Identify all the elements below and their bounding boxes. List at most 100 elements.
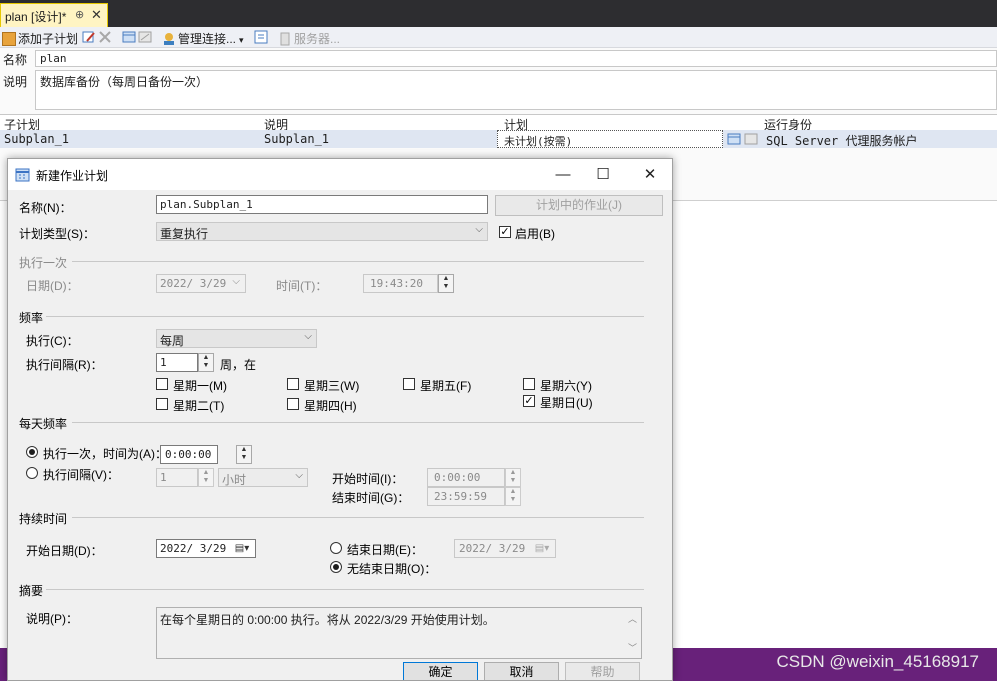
saturday-checkbox[interactable]: [523, 378, 535, 390]
occurs-select[interactable]: 每周 ⌵: [156, 329, 317, 348]
calendar-dropdown-icon[interactable]: ▤▾: [229, 540, 255, 557]
dialog-title: 新建作业计划: [36, 169, 109, 183]
one-time-time-input[interactable]: 19:43:20: [363, 274, 438, 293]
occurs-every-input[interactable]: 1: [156, 468, 198, 487]
servers-button[interactable]: 服务器...: [278, 30, 340, 46]
start-date-label: 开始日期(D)：: [26, 544, 103, 558]
starting-at-spinner[interactable]: ▲ ▼: [505, 468, 521, 487]
thursday-checkbox[interactable]: [287, 398, 299, 410]
properties-icon[interactable]: [254, 30, 268, 46]
wednesday-checkbox[interactable]: [287, 378, 299, 390]
occurs-every-radio[interactable]: [26, 467, 38, 479]
time-spinner[interactable]: ▲ ▼: [438, 274, 454, 293]
edit-subplan-icon[interactable]: [82, 30, 96, 46]
no-end-date-label: 无结束日期(O)：: [347, 562, 437, 576]
section-daily-frequency: 每天频率: [19, 417, 68, 431]
wednesday-label: 星期三(W): [304, 379, 360, 393]
chevron-down-icon: ⌵: [232, 276, 240, 287]
section-one-time: 执行一次: [19, 256, 68, 270]
remove-schedule-row-icon[interactable]: [744, 132, 758, 149]
description-cell: Subplan_1: [264, 132, 330, 146]
summary-description-textarea[interactable]: 在每个星期日的 0:00:00 执行。将从 2022/3/29 开始使用计划。 …: [156, 607, 642, 659]
scroll-up-icon[interactable]: ︿: [628, 612, 637, 625]
occurs-once-label: 执行一次，时间为(A)：: [43, 447, 167, 461]
plan-description-input[interactable]: 数据库备份（每周日备份一次）: [35, 70, 997, 110]
one-time-time-label: 时间(T)：: [276, 279, 328, 293]
section-summary: 摘要: [19, 584, 44, 598]
plan-description-label: 说明: [3, 75, 28, 89]
recurs-every-spinner[interactable]: ▲ ▼: [198, 353, 214, 372]
no-end-date-radio[interactable]: [330, 561, 342, 573]
jobs-in-schedule-button[interactable]: 计划中的作业(J): [495, 195, 663, 216]
occurs-every-unit-select[interactable]: 小时 ⌵: [218, 468, 308, 487]
delete-subplan-icon[interactable]: [98, 30, 112, 46]
ok-button[interactable]: 确定: [403, 662, 478, 680]
occurs-once-time-input[interactable]: 0:00:00: [160, 445, 218, 464]
tuesday-label: 星期二(T): [173, 399, 225, 413]
dialog-title-bar: 新建作业计划 — ☐ ✕: [8, 159, 672, 190]
section-frequency: 频率: [19, 311, 44, 325]
chevron-down-icon: ⌵: [295, 470, 303, 481]
table-row[interactable]: Subplan_1 Subplan_1 未计划(按需) SQL Server 代…: [0, 130, 997, 148]
occurs-once-radio[interactable]: [26, 446, 38, 458]
manage-connections-button[interactable]: 管理连接... ▾: [162, 30, 244, 46]
enabled-checkbox[interactable]: ✓: [499, 226, 511, 238]
calendar-dropdown-icon[interactable]: ▤▾: [529, 540, 555, 557]
help-button[interactable]: 帮助: [565, 662, 640, 680]
ending-at-input[interactable]: 23:59:59: [427, 487, 505, 506]
ending-at-label: 结束时间(G)：: [332, 491, 410, 505]
schedule-type-select[interactable]: 重复执行 ⌵: [156, 222, 488, 241]
chevron-down-icon: ⌵: [475, 224, 483, 235]
occurs-every-spinner[interactable]: ▲ ▼: [198, 468, 214, 487]
sunday-checkbox[interactable]: ✓: [523, 395, 535, 407]
divider: [72, 422, 644, 423]
subplan-cell: Subplan_1: [4, 132, 70, 146]
friday-label: 星期五(F): [420, 379, 472, 393]
friday-checkbox[interactable]: [403, 378, 415, 390]
connections-icon: [164, 33, 174, 45]
tuesday-checkbox[interactable]: [156, 398, 168, 410]
thursday-label: 星期四(H): [304, 399, 357, 413]
document-tab-plan[interactable]: plan [设计]* ⊕ ✕: [0, 3, 108, 27]
start-date-picker[interactable]: 2022/ 3/29 ▤▾: [156, 539, 256, 558]
chevron-down-icon[interactable]: ▾: [239, 35, 244, 45]
add-subplan-button[interactable]: 添加子计划: [2, 30, 78, 46]
recurs-every-input[interactable]: 1: [156, 353, 198, 372]
tab-close-icon[interactable]: ✕: [91, 7, 102, 23]
remove-schedule-icon[interactable]: [138, 30, 152, 46]
starting-at-input[interactable]: 0:00:00: [427, 468, 505, 487]
run-as-cell: SQL Server 代理服务帐户: [766, 134, 918, 148]
close-icon[interactable]: ✕: [628, 161, 672, 189]
saturday-label: 星期六(Y): [540, 379, 592, 393]
divider: [46, 316, 644, 317]
schedule-type-label: 计划类型(S)：: [19, 227, 95, 241]
schedule-cell[interactable]: 未计划(按需): [497, 130, 723, 148]
summary-description-label: 说明(P)：: [26, 612, 78, 626]
document-tab-title: plan [设计]*: [5, 10, 67, 24]
subplan-grid-header: 子计划 说明 计划 运行身份: [0, 114, 997, 132]
one-time-date-picker[interactable]: 2022/ 3/29 ⌵: [156, 274, 246, 293]
recurs-every-label: 执行间隔(R)：: [26, 358, 103, 372]
starting-at-label: 开始时间(I)：: [332, 472, 404, 486]
end-date-radio[interactable]: [330, 542, 342, 554]
schedule-name-input[interactable]: plan.Subplan_1: [156, 195, 488, 214]
schedule-icon[interactable]: [122, 30, 136, 46]
scroll-down-icon[interactable]: ﹀: [628, 641, 637, 654]
server-icon: [280, 32, 290, 46]
calendar-icon[interactable]: [727, 132, 741, 149]
maximize-icon[interactable]: ☐: [581, 161, 625, 189]
sunday-label: 星期日(U): [540, 396, 593, 410]
enabled-label: 启用(B): [515, 227, 555, 241]
cancel-button[interactable]: 取消: [484, 662, 559, 680]
schedule-icon: [15, 168, 30, 185]
watermark-text: CSDN @weixin_45168917: [776, 652, 979, 671]
plan-name-label: 名称: [3, 53, 28, 67]
add-subplan-icon: [2, 32, 16, 46]
minimize-icon[interactable]: —: [541, 161, 585, 189]
ending-at-spinner[interactable]: ▲ ▼: [505, 487, 521, 506]
monday-checkbox[interactable]: [156, 378, 168, 390]
end-date-picker[interactable]: 2022/ 3/29 ▤▾: [454, 539, 556, 558]
occurs-once-spinner[interactable]: ▲ ▼: [236, 445, 252, 464]
plan-name-input[interactable]: plan: [35, 50, 997, 67]
pin-icon[interactable]: ⊕: [75, 8, 84, 21]
